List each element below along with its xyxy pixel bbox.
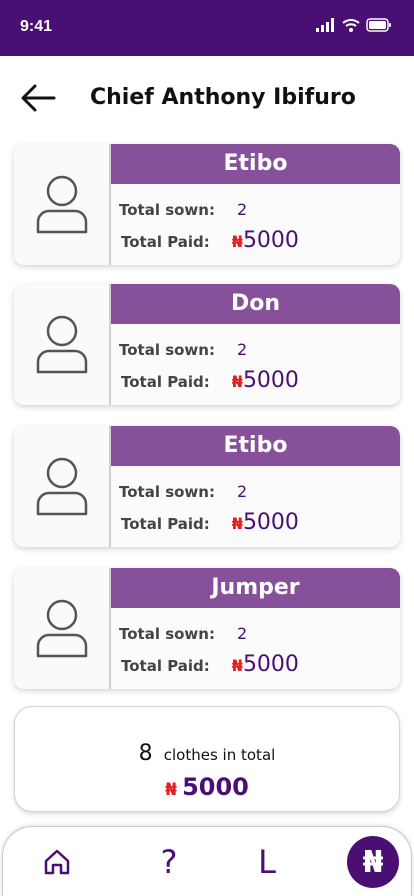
clothes-label: clothes in total: [163, 746, 276, 764]
item-name: Etibo: [111, 144, 400, 184]
total-sown-label: Total sown:: [119, 625, 215, 643]
status-icons: [316, 18, 392, 32]
naira-symbol: ₦: [362, 844, 384, 880]
total-sown-value: 2: [236, 200, 248, 219]
page-title: Chief Anthony Ibifuro: [90, 85, 356, 110]
item-name: Jumper: [111, 568, 400, 608]
status-bar: 9:41: [0, 0, 414, 56]
avatar: [14, 568, 111, 689]
total-sown-label: Total sown:: [119, 341, 215, 359]
wifi-icon: [342, 19, 360, 32]
currency-symbol: ₦: [231, 656, 243, 675]
help-icon: ?: [160, 843, 178, 881]
total-sown-label: Total sown:: [119, 483, 215, 501]
total-paid-label: Total Paid:: [121, 373, 210, 391]
avatar: [14, 284, 111, 405]
naira-icon: ₦: [347, 836, 399, 888]
avatar: [14, 144, 111, 265]
item-details: Total sown: 2 Total Paid: ₦ 5000: [111, 184, 400, 265]
user-icon: [36, 457, 87, 515]
total-sown-value: 2: [236, 624, 248, 643]
user-icon: [36, 599, 87, 657]
summary-total: 5000: [182, 773, 249, 801]
user-icon: [36, 315, 87, 373]
item-name: Etibo: [111, 426, 400, 466]
total-sown-label: Total sown:: [119, 201, 215, 219]
total-paid-value: 5000: [242, 510, 299, 535]
home-icon: [44, 849, 70, 875]
item-details: Total sown: 2 Total Paid: ₦ 5000: [111, 608, 400, 689]
bottom-nav: ? L ₦: [2, 826, 412, 896]
nav-home[interactable]: [27, 827, 87, 896]
avatar: [14, 426, 111, 547]
user-icon: [36, 175, 87, 233]
summary-card: 8 clothes in total ₦ 5000: [14, 706, 400, 812]
currency-symbol: ₦: [231, 372, 243, 391]
currency-symbol: ₦: [231, 514, 243, 533]
total-sown-value: 2: [236, 340, 248, 359]
nav-help[interactable]: ?: [139, 827, 199, 896]
total-paid-value: 5000: [242, 652, 299, 677]
currency-symbol: ₦: [231, 232, 243, 251]
header: Chief Anthony Ibifuro: [0, 56, 414, 140]
status-time: 9:41: [20, 18, 53, 35]
nav-ledger[interactable]: L: [237, 827, 297, 896]
item-name: Don: [111, 284, 400, 324]
ledger-icon: L: [258, 843, 276, 881]
total-paid-label: Total Paid:: [121, 515, 210, 533]
back-arrow-icon[interactable]: [20, 82, 56, 114]
total-paid-value: 5000: [242, 228, 299, 253]
item-card[interactable]: Jumper Total sown: 2 Total Paid: ₦ 5000: [14, 568, 400, 689]
total-paid-label: Total Paid:: [121, 233, 210, 251]
total-paid-value: 5000: [242, 368, 299, 393]
item-card[interactable]: Etibo Total sown: 2 Total Paid: ₦ 5000: [14, 144, 400, 265]
item-card[interactable]: Etibo Total sown: 2 Total Paid: ₦ 5000: [14, 426, 400, 547]
signal-icon: [316, 18, 334, 32]
item-details: Total sown: 2 Total Paid: ₦ 5000: [111, 466, 400, 547]
total-sown-value: 2: [236, 482, 248, 501]
clothes-count: 8: [138, 741, 153, 766]
item-details: Total sown: 2 Total Paid: ₦ 5000: [111, 324, 400, 405]
nav-payment[interactable]: ₦: [343, 827, 403, 896]
item-card[interactable]: Don Total sown: 2 Total Paid: ₦ 5000: [14, 284, 400, 405]
currency-symbol: ₦: [165, 780, 177, 800]
total-paid-label: Total Paid:: [121, 657, 210, 675]
battery-icon: [366, 18, 391, 32]
